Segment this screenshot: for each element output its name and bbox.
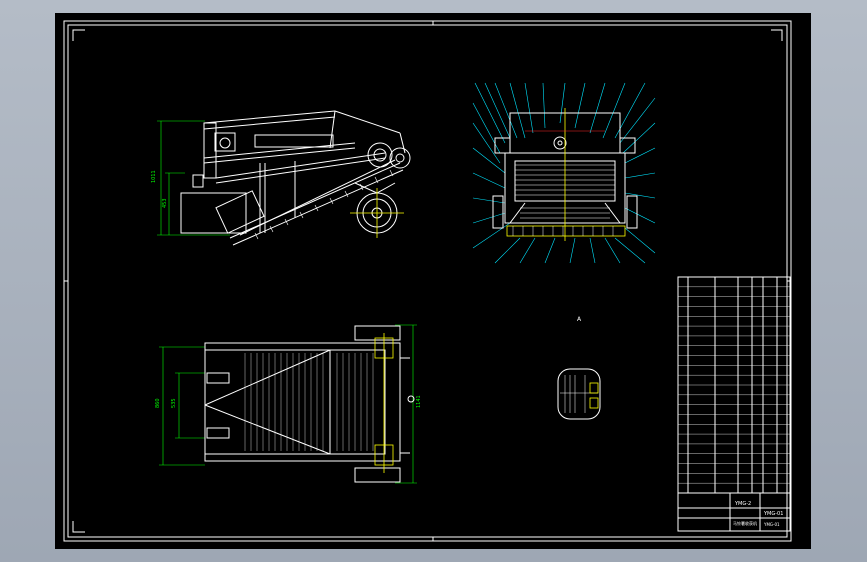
svg-text:A: A xyxy=(577,316,582,323)
dim-side-height: 1011 xyxy=(151,170,157,183)
drawing-canvas: 1011 453 860 535 1141 A YMG-2 YMG-01 马铃薯… xyxy=(63,20,792,542)
dim-side-small: 453 xyxy=(162,198,168,208)
sheet-label: 马铃薯收获机 xyxy=(733,520,757,526)
side-view: 1011 453 xyxy=(151,110,411,246)
part-name: YMG-2 xyxy=(734,501,751,507)
dim-plan-inner: 535 xyxy=(171,398,177,408)
dim-plan-width: 860 xyxy=(155,398,161,408)
dim-plan-right: 1141 xyxy=(416,395,422,408)
drawing-sheet: 1011 453 860 535 1141 A YMG-2 YMG-01 马铃薯… xyxy=(55,13,811,549)
detail-view: A xyxy=(557,316,601,420)
front-view xyxy=(472,82,656,264)
drawing-code: YMG-01 xyxy=(763,511,783,517)
bom-table: YMG-2 YMG-01 马铃薯收获机 YMG-01 xyxy=(677,276,791,532)
svg-text:YMG-01: YMG-01 xyxy=(763,522,780,527)
inner-border xyxy=(67,24,788,538)
plan-view: 860 535 1141 xyxy=(155,324,422,484)
cad-viewport[interactable]: 1011 453 860 535 1141 A YMG-2 YMG-01 马铃薯… xyxy=(0,0,867,562)
outer-border xyxy=(63,20,792,542)
